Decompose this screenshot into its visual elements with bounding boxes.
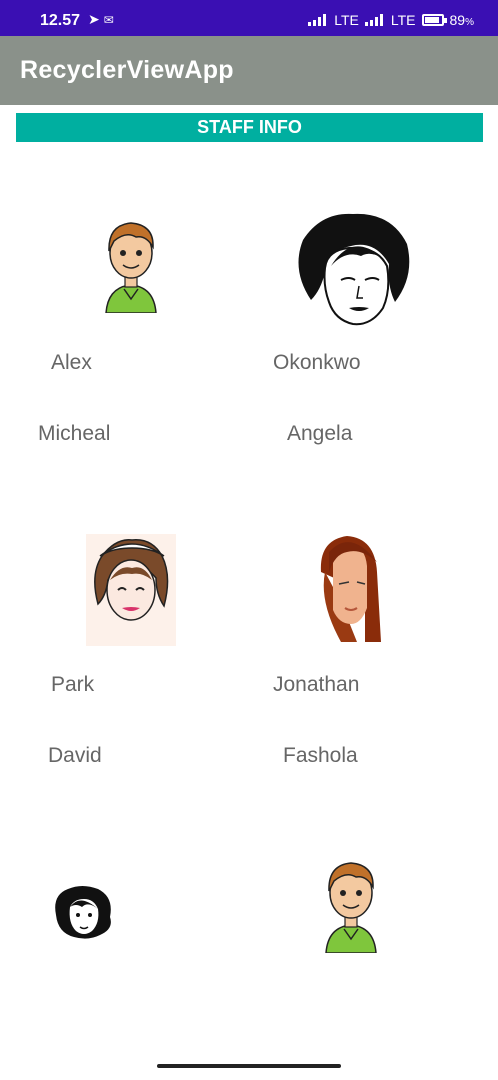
brown-hair-woman-avatar — [86, 534, 176, 646]
status-bar: 12.57 ➤ ✉ LTE LTE 89% — [0, 0, 498, 36]
status-right-icons: LTE LTE 89% — [308, 12, 474, 28]
staff-item[interactable]: Jonathan Fashola — [249, 527, 498, 792]
gesture-navigation-handle[interactable] — [157, 1064, 341, 1068]
staff-first-name: Alex — [51, 351, 92, 374]
staff-info-banner: STAFF INFO — [16, 113, 483, 142]
staff-last-name: David — [48, 744, 102, 767]
signal-icon-2 — [364, 14, 385, 26]
status-left-icons: ➤ ✉ — [88, 11, 114, 28]
staff-item[interactable] — [0, 849, 249, 1029]
app-bar: RecyclerViewApp — [0, 36, 498, 105]
boy-green-shirt-avatar — [325, 862, 377, 953]
signal-icon — [308, 14, 328, 26]
staff-last-name: Micheal — [38, 422, 111, 445]
boy-green-shirt-avatar — [105, 222, 157, 313]
black-hair-woman-avatar — [55, 886, 111, 939]
staff-item[interactable] — [249, 849, 498, 1029]
staff-first-name: Okonkwo — [273, 351, 361, 374]
battery-icon — [421, 14, 447, 26]
staff-first-name: Jonathan — [273, 673, 360, 696]
message-icon: ✉ — [103, 13, 114, 27]
staff-last-name: Fashola — [283, 744, 358, 767]
curly-hair-woman-avatar — [298, 213, 410, 326]
status-time: 12.57 — [40, 12, 81, 29]
staff-first-name: Park — [51, 673, 95, 696]
staff-item[interactable]: Okonkwo Angela — [249, 205, 498, 470]
staff-last-name: Angela — [287, 422, 353, 445]
staff-item[interactable]: Alex Micheal — [0, 205, 249, 470]
app-title: RecyclerViewApp — [20, 56, 234, 84]
location-arrow-icon: ➤ — [88, 11, 100, 27]
network-type-2: LTE — [390, 12, 416, 28]
network-type-1: LTE — [334, 12, 359, 28]
battery-percent: 89% — [449, 12, 474, 28]
staff-item[interactable]: Park David — [0, 527, 249, 792]
red-hair-woman-avatar — [320, 536, 381, 642]
